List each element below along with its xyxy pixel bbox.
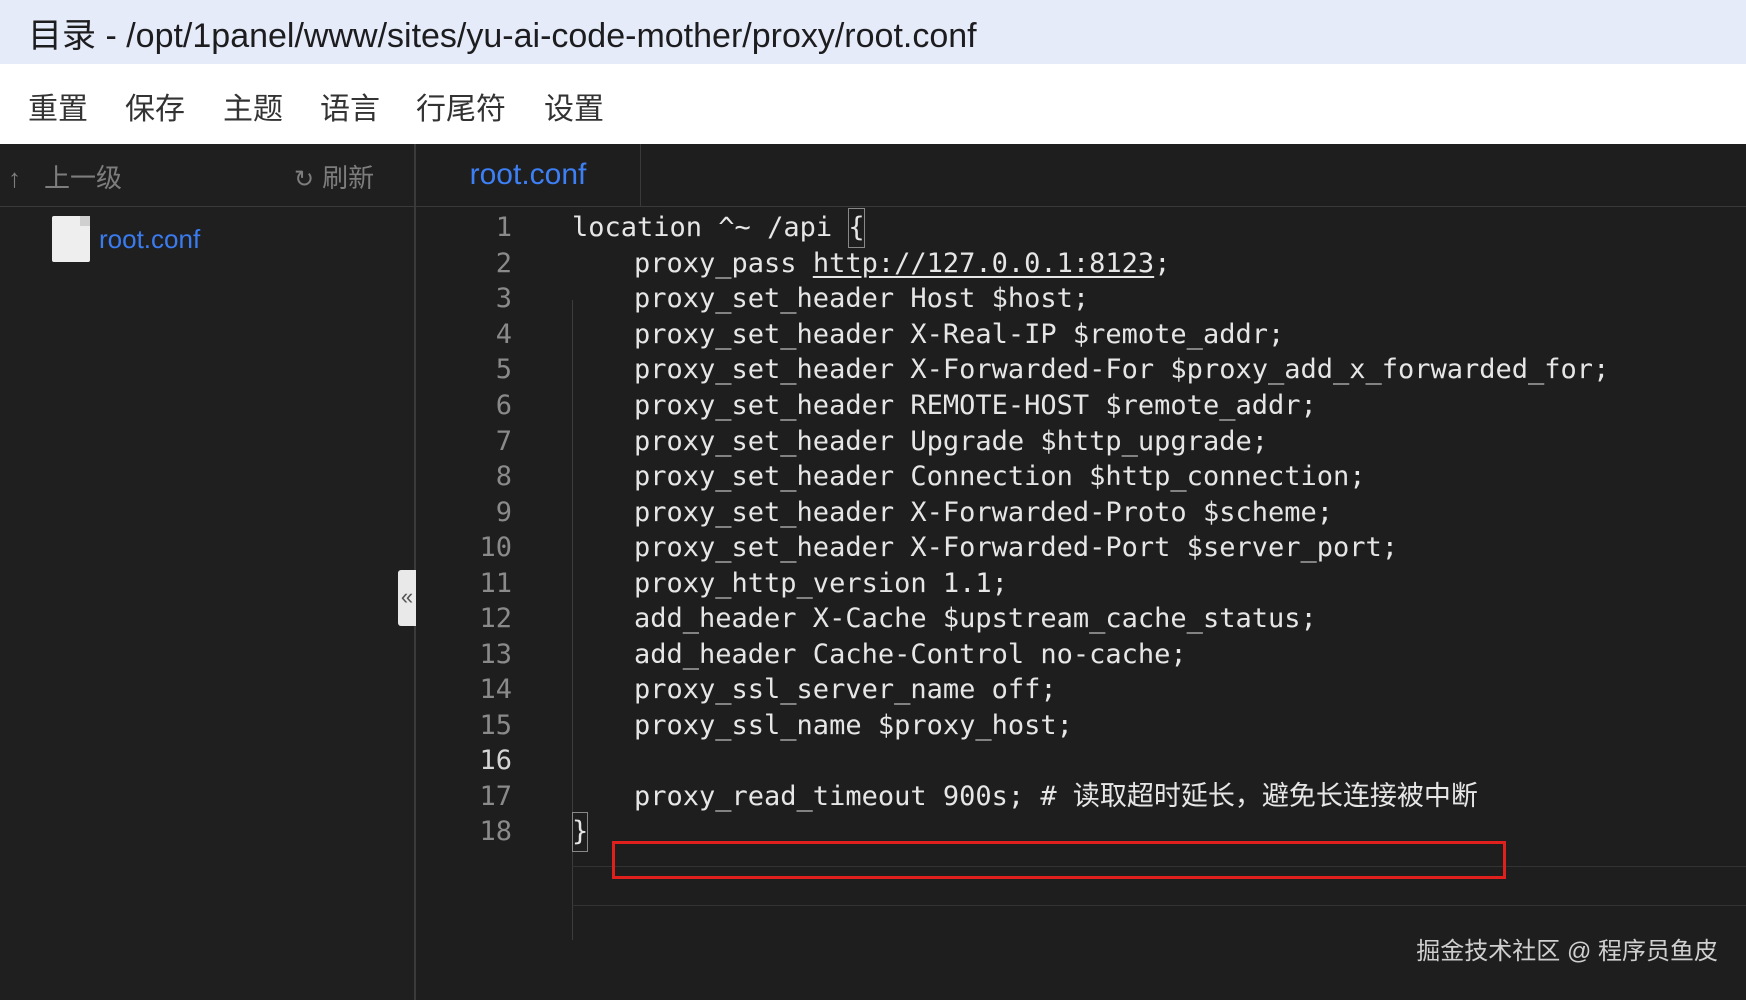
line-number: 8 bbox=[495, 461, 512, 492]
url-link[interactable]: http://127.0.0.1:8123 bbox=[813, 248, 1154, 279]
refresh-label: 刷新 bbox=[322, 163, 375, 193]
code-line-highlighted: 17 proxy_read_timeout 900s; # 读取超时延长，避免长… bbox=[416, 777, 1746, 817]
code-text: proxy_ssl_server_name off; bbox=[634, 674, 1057, 705]
code-line: 7 proxy_set_header Upgrade $http_upgrade… bbox=[416, 422, 1746, 462]
parent-directory-button[interactable]: ↑ 上一级 bbox=[8, 158, 122, 195]
matched-bracket: { bbox=[848, 208, 865, 248]
line-number: 13 bbox=[479, 639, 512, 670]
code-text: proxy_ssl_name $proxy_host; bbox=[634, 710, 1073, 741]
matched-bracket: } bbox=[572, 812, 589, 852]
arrow-up-icon: ↑ bbox=[8, 163, 21, 193]
code-text: location ^~ /api { bbox=[572, 208, 865, 248]
code-line: 6 proxy_set_header REMOTE-HOST $remote_a… bbox=[416, 386, 1746, 426]
code-line: 12 add_header X-Cache $upstream_cache_st… bbox=[416, 599, 1746, 639]
window-title: 目录 - /opt/1panel/www/sites/yu-ai-code-mo… bbox=[28, 17, 977, 55]
line-number: 14 bbox=[479, 674, 512, 705]
line-number: 16 bbox=[479, 745, 512, 776]
line-number: 17 bbox=[479, 781, 512, 812]
code-line: 5 proxy_set_header X-Forwarded-For $prox… bbox=[416, 350, 1746, 390]
file-tree-item-label: root.conf bbox=[99, 224, 201, 254]
line-number: 9 bbox=[495, 497, 512, 528]
code-text: proxy_set_header Host $host; bbox=[634, 283, 1090, 314]
line-number: 6 bbox=[495, 390, 512, 421]
line-number: 15 bbox=[479, 710, 512, 741]
code-line: 15 proxy_ssl_name $proxy_host; bbox=[416, 706, 1746, 746]
refresh-button[interactable]: ↻ 刷新 bbox=[294, 158, 374, 195]
reset-button[interactable]: 重置 bbox=[28, 84, 88, 128]
save-button[interactable]: 保存 bbox=[125, 84, 185, 128]
line-number: 5 bbox=[495, 354, 512, 385]
line-number: 2 bbox=[495, 248, 512, 279]
code-fragment: location ^~ /api bbox=[572, 212, 849, 243]
line-number: 1 bbox=[495, 212, 512, 243]
theme-button[interactable]: 主题 bbox=[223, 84, 283, 128]
line-number: 18 bbox=[479, 816, 512, 847]
tab-root-conf[interactable]: root.conf bbox=[416, 144, 641, 206]
code-text: proxy_set_header Connection $http_connec… bbox=[634, 461, 1366, 492]
code-text: add_header Cache-Control no-cache; bbox=[634, 639, 1187, 670]
code-text: add_header X-Cache $upstream_cache_statu… bbox=[634, 603, 1317, 634]
file-icon bbox=[52, 216, 90, 262]
code-text: proxy_set_header Upgrade $http_upgrade; bbox=[634, 426, 1268, 457]
line-number: 4 bbox=[495, 319, 512, 350]
line-number: 3 bbox=[495, 283, 512, 314]
code-text: proxy_set_header X-Forwarded-Proto $sche… bbox=[634, 497, 1333, 528]
code-text: proxy_http_version 1.1; bbox=[634, 568, 1008, 599]
collapse-sidebar-icon[interactable]: « bbox=[398, 570, 416, 626]
editor-toolbar: 重置 保存 主题 语言 行尾符 设置 bbox=[0, 64, 1746, 144]
line-number: 7 bbox=[495, 426, 512, 457]
line-number: 11 bbox=[479, 568, 512, 599]
code-line: 14 proxy_ssl_server_name off; bbox=[416, 670, 1746, 710]
code-text: proxy_set_header REMOTE-HOST $remote_add… bbox=[634, 390, 1317, 421]
code-fragment: proxy_pass bbox=[634, 248, 813, 279]
line-number: 12 bbox=[479, 603, 512, 634]
watermark-text: 掘金技术社区 @ 程序员鱼皮 bbox=[1416, 938, 1718, 965]
language-button[interactable]: 语言 bbox=[320, 84, 380, 128]
tab-label: root.conf bbox=[469, 158, 587, 191]
sidebar-nav: ↑ 上一级 ↻ 刷新 bbox=[0, 144, 414, 207]
code-line: 1 location ^~ /api { bbox=[416, 208, 1746, 248]
annotation-highlight-box bbox=[612, 841, 1506, 879]
editor-tabbar: root.conf bbox=[416, 144, 1746, 207]
code-area[interactable]: 1 location ^~ /api { 2 proxy_pass http:/… bbox=[416, 208, 1746, 940]
code-text: proxy_set_header X-Real-IP $remote_addr; bbox=[634, 319, 1285, 350]
code-text: proxy_read_timeout 900s; # 读取超时延长，避免长连接被… bbox=[634, 781, 1478, 812]
code-line: 3 proxy_set_header Host $host; bbox=[416, 279, 1746, 319]
code-line: 9 proxy_set_header X-Forwarded-Proto $sc… bbox=[416, 493, 1746, 533]
code-text: } bbox=[572, 812, 589, 852]
code-text: proxy_set_header X-Forwarded-Port $serve… bbox=[634, 532, 1399, 563]
code-line-active: 16 bbox=[416, 741, 1746, 781]
code-text: proxy_set_header X-Forwarded-For $proxy_… bbox=[634, 354, 1610, 385]
file-sidebar: ↑ 上一级 ↻ 刷新 root.conf bbox=[0, 144, 416, 1000]
code-line: 4 proxy_set_header X-Real-IP $remote_add… bbox=[416, 315, 1746, 355]
code-fragment: ; bbox=[1154, 248, 1171, 279]
parent-directory-label: 上一级 bbox=[44, 163, 123, 193]
window-titlebar: 目录 - /opt/1panel/www/sites/yu-ai-code-mo… bbox=[0, 0, 1746, 64]
settings-button[interactable]: 设置 bbox=[544, 84, 604, 128]
line-ending-button[interactable]: 行尾符 bbox=[416, 84, 506, 128]
code-line: 10 proxy_set_header X-Forwarded-Port $se… bbox=[416, 528, 1746, 568]
code-line: 11 proxy_http_version 1.1; bbox=[416, 564, 1746, 604]
code-text: proxy_pass http://127.0.0.1:8123; bbox=[634, 244, 1170, 284]
line-number: 10 bbox=[479, 532, 512, 563]
refresh-icon: ↻ bbox=[294, 166, 315, 193]
code-line: 13 add_header Cache-Control no-cache; bbox=[416, 635, 1746, 675]
code-line: 2 proxy_pass http://127.0.0.1:8123; bbox=[416, 244, 1746, 284]
code-line: 8 proxy_set_header Connection $http_conn… bbox=[416, 457, 1746, 497]
